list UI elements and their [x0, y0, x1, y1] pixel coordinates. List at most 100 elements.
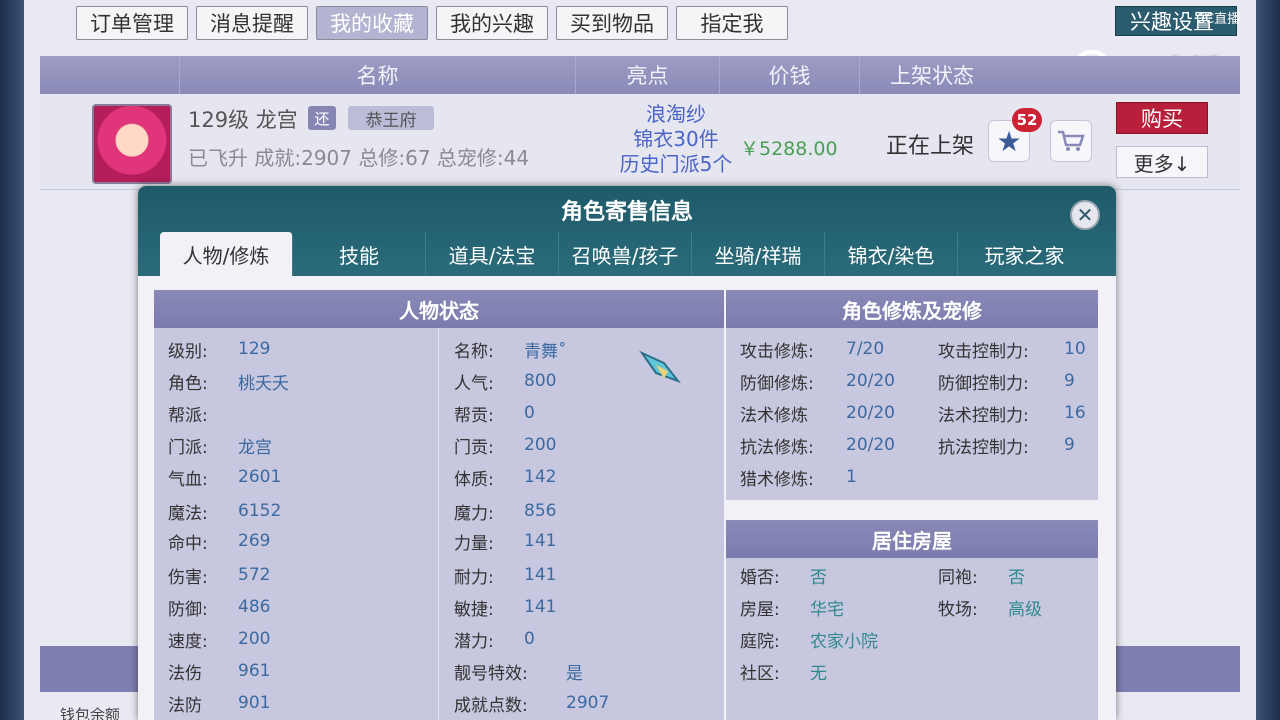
stat-label: 防御: [168, 599, 208, 620]
stat-value: 800 [524, 371, 557, 391]
control-value: 9 [1064, 435, 1075, 455]
stat-label: 靓号特效: [454, 663, 528, 684]
dialog-header: 角色寄售信息 ✕ 人物/修炼 技能 道具/法宝 召唤兽/孩子 坐骑/祥瑞 锦衣/… [138, 186, 1116, 276]
tab-items[interactable]: 道具/法宝 [426, 232, 559, 276]
house-label: 庭院: [740, 631, 780, 652]
house-value: 无 [810, 663, 827, 684]
dialog-tabs: 人物/修炼 技能 道具/法宝 召唤兽/孩子 坐骑/祥瑞 锦衣/染色 玩家之家 [160, 232, 1091, 276]
control-value: 16 [1064, 403, 1086, 423]
stat-value: 572 [238, 565, 271, 585]
nav-favorites[interactable]: 我的收藏 [316, 6, 428, 40]
stat-value: 269 [238, 531, 271, 551]
house-title: 居住房屋 [726, 520, 1098, 558]
house-value: 否 [810, 567, 827, 588]
stat-label: 级别: [168, 341, 208, 362]
right-border [1256, 0, 1280, 720]
stat-label: 角色: [168, 373, 208, 394]
more-button[interactable]: 更多↓ [1116, 146, 1208, 178]
tab-mounts[interactable]: 坐骑/祥瑞 [692, 232, 825, 276]
server-badge: 恭王府 [348, 106, 434, 131]
favorite-count-badge: 52 [1012, 108, 1042, 132]
stat-value: 200 [524, 435, 557, 455]
cultivation-label: 抗法修炼: [740, 437, 814, 458]
nav-interests[interactable]: 我的兴趣 [436, 6, 548, 40]
cultivation-label: 法术修炼 [740, 405, 808, 426]
tab-character[interactable]: 人物/修炼 [160, 232, 293, 276]
stat-label: 气血: [168, 469, 208, 490]
tab-pets[interactable]: 召唤兽/孩子 [559, 232, 692, 276]
status-title: 人物状态 [154, 290, 724, 328]
cultivation-panel: 角色修炼及宠修 攻击修炼: 7/20 攻击控制力: 10 防御修炼: 20/20 防御控制力… [726, 290, 1098, 500]
stat-value: 142 [524, 467, 557, 487]
stat-value: 0 [524, 629, 535, 649]
nav-messages[interactable]: 消息提醒 [196, 6, 308, 40]
stat-label: 潜力: [454, 631, 494, 652]
stat-value: 141 [524, 565, 557, 585]
stat-label: 敏捷: [454, 599, 494, 620]
cart-button[interactable] [1050, 120, 1092, 162]
stat-value: 桃夭夭 [238, 373, 289, 394]
character-sale-dialog: 角色寄售信息 ✕ 人物/修炼 技能 道具/法宝 召唤兽/孩子 坐骑/祥瑞 锦衣/… [138, 186, 1116, 720]
stat-value: 901 [238, 693, 271, 713]
tab-outfits[interactable]: 锦衣/染色 [825, 232, 958, 276]
house-label: 同袍: [938, 567, 978, 588]
bottom-text: 钱包余额 [60, 706, 121, 720]
house-value: 否 [1008, 567, 1025, 588]
buy-button[interactable]: 购买 [1116, 102, 1208, 134]
cultivation-title: 角色修炼及宠修 [726, 290, 1098, 328]
tab-skills[interactable]: 技能 [293, 232, 426, 276]
cultivation-value: 7/20 [846, 339, 885, 359]
th-blank [40, 56, 180, 94]
listing-level-name: 129级 龙宫 [188, 108, 298, 132]
stat-value: 200 [238, 629, 271, 649]
house-label: 房屋: [740, 599, 780, 620]
stat-label: 法伤 [168, 663, 202, 684]
stat-label: 伤害: [168, 567, 208, 588]
house-value: 农家小院 [810, 631, 878, 652]
tag-badge: 还 [308, 106, 336, 130]
stat-value: 141 [524, 531, 557, 551]
stat-label: 法防 [168, 695, 202, 716]
close-button[interactable]: ✕ [1070, 200, 1100, 230]
th-highlights: 亮点 [576, 56, 720, 94]
stat-label: 人气: [454, 373, 494, 394]
cultivation-value: 1 [846, 467, 857, 487]
stat-value: 2601 [238, 467, 282, 487]
stat-label: 帮贡: [454, 405, 494, 426]
nav-assigned[interactable]: 指定我 [676, 6, 788, 40]
th-name: 名称 [180, 56, 576, 94]
avatar[interactable] [92, 104, 172, 184]
control-label: 防御控制力: [938, 373, 1029, 394]
nav-purchased[interactable]: 买到物品 [556, 6, 668, 40]
highlight-item: 浪淘纱 [646, 102, 706, 126]
divider [438, 328, 439, 720]
th-price: 价钱 [720, 56, 860, 94]
stat-label: 名称: [454, 341, 494, 362]
stat-value: 青舞˚ [524, 341, 567, 362]
stat-label: 耐力: [454, 567, 494, 588]
cultivation-value: 20/20 [846, 371, 895, 391]
left-border [0, 0, 24, 720]
control-label: 抗法控制力: [938, 437, 1029, 458]
cultivation-value: 20/20 [846, 435, 895, 455]
stat-label: 帮派: [168, 405, 208, 426]
nav-orders[interactable]: 订单管理 [76, 6, 188, 40]
stat-value: 6152 [238, 501, 282, 521]
stat-label: 门贡: [454, 437, 494, 458]
stat-label: 魔力: [454, 503, 494, 524]
control-label: 攻击控制力: [938, 341, 1029, 362]
stat-label: 门派: [168, 437, 208, 458]
stat-value: 486 [238, 597, 271, 617]
stat-value: 141 [524, 597, 557, 617]
tab-home[interactable]: 玩家之家 [958, 232, 1091, 276]
table-header: 名称 亮点 价钱 上架状态 [40, 56, 1240, 94]
stat-value: 129 [238, 339, 271, 359]
cultivation-label: 攻击修炼: [740, 341, 814, 362]
listing-state: 正在上架 [886, 134, 975, 159]
stat-value: 龙宫 [238, 437, 272, 458]
house-panel: 居住房屋 婚否: 否 同袍: 否房屋: 华宅 牧场: 高级 庭院: 农家小院 社区: 无 [726, 520, 1098, 720]
house-label: 牧场: [938, 599, 978, 620]
house-label: 社区: [740, 663, 780, 684]
control-value: 9 [1064, 371, 1075, 391]
control-value: 10 [1064, 339, 1086, 359]
